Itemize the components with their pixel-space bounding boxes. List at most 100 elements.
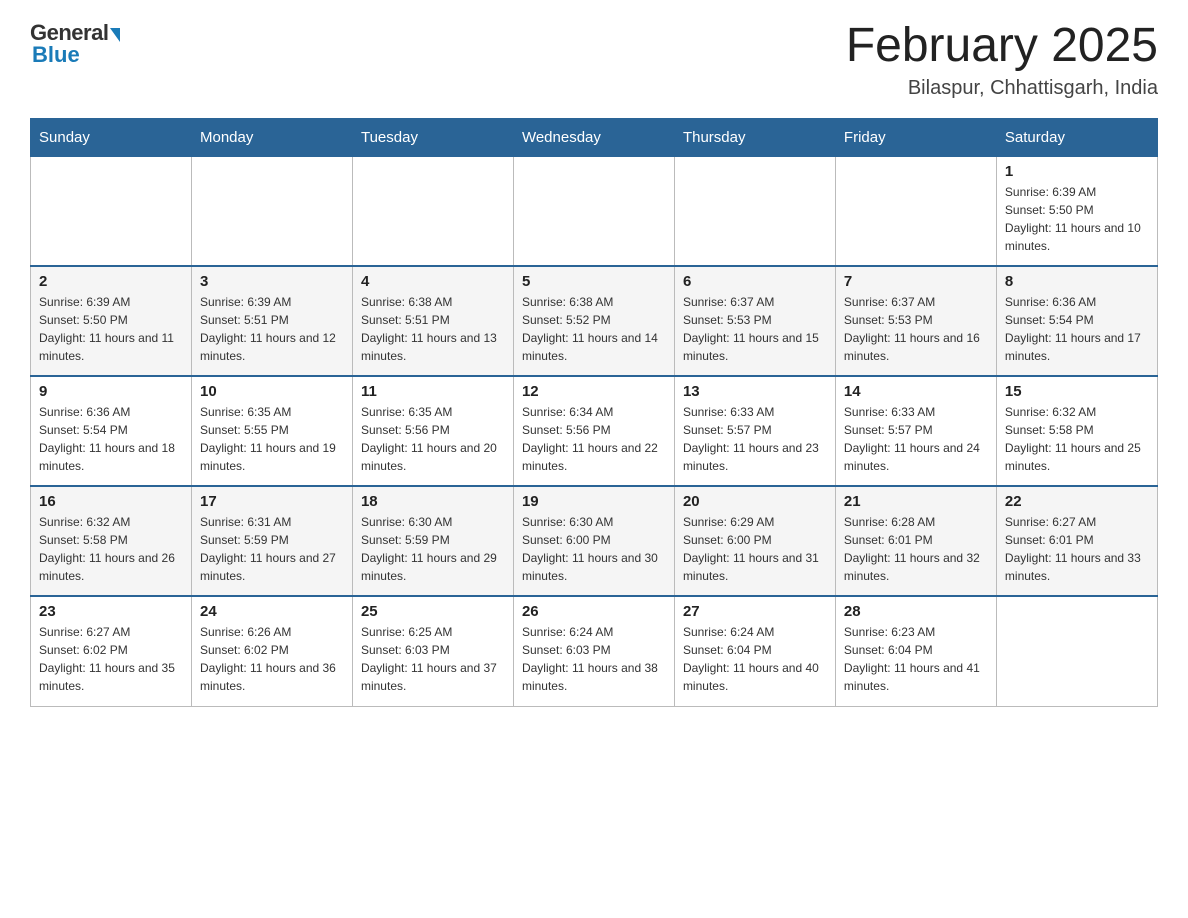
day-number: 26 bbox=[522, 603, 666, 620]
daylight-text: Daylight: 11 hours and 40 minutes. bbox=[683, 659, 827, 695]
calendar-cell: 6 Sunrise: 6:37 AMSunset: 5:53 PMDaylight… bbox=[674, 266, 835, 376]
day-info: Sunrise: 6:39 AMSunset: 5:51 PMDaylight:… bbox=[200, 293, 344, 365]
calendar-cell: 3Sunrise: 6:39 AMSunset: 5:51 PMDaylight… bbox=[191, 266, 352, 376]
title-block: February 2025 Bilaspur, Chhattisgarh, In… bbox=[846, 20, 1158, 100]
calendar-cell bbox=[674, 156, 835, 266]
day-number: 25 bbox=[361, 603, 505, 620]
daylight-text: Daylight: 11 hours and 22 minutes. bbox=[522, 439, 666, 475]
daylight-text: Daylight: 11 hours and 27 minutes. bbox=[200, 549, 344, 585]
sunrise-text: Sunrise: 6:33 AM bbox=[683, 403, 827, 421]
logo-arrow-icon bbox=[110, 28, 120, 42]
sunrise-text: Sunrise: 6:33 AM bbox=[844, 403, 988, 421]
daylight-text: Daylight: 11 hours and 13 minutes. bbox=[361, 329, 505, 365]
header-thursday: Thursday bbox=[674, 118, 835, 156]
day-number: 15 bbox=[1005, 383, 1149, 400]
calendar-week-row: 16Sunrise: 6:32 AMSunset: 5:58 PMDayligh… bbox=[31, 486, 1158, 596]
calendar-table: SundayMondayTuesdayWednesdayThursdayFrid… bbox=[30, 118, 1158, 707]
day-number: 14 bbox=[844, 383, 988, 400]
sunrise-text: Sunrise: 6:39 AM bbox=[200, 293, 344, 311]
sunrise-text: Sunrise: 6:37 AM bbox=[683, 293, 827, 311]
sunset-text: Sunset: 5:58 PM bbox=[39, 531, 183, 549]
day-number: 6 bbox=[683, 273, 827, 290]
day-number: 22 bbox=[1005, 493, 1149, 510]
logo: General Blue bbox=[30, 20, 120, 68]
sunrise-text: Sunrise: 6:39 AM bbox=[1005, 183, 1149, 201]
sunset-text: Sunset: 6:00 PM bbox=[522, 531, 666, 549]
logo-blue-text: Blue bbox=[30, 42, 80, 68]
day-info: Sunrise: 6:30 AMSunset: 5:59 PMDaylight:… bbox=[361, 513, 505, 585]
calendar-cell bbox=[191, 156, 352, 266]
sunrise-text: Sunrise: 6:29 AM bbox=[683, 513, 827, 531]
sunset-text: Sunset: 5:50 PM bbox=[1005, 201, 1149, 219]
header-sunday: Sunday bbox=[31, 118, 192, 156]
calendar-week-row: 9Sunrise: 6:36 AMSunset: 5:54 PMDaylight… bbox=[31, 376, 1158, 486]
day-info: Sunrise: 6:38 AMSunset: 5:52 PMDaylight:… bbox=[522, 293, 666, 365]
day-number: 20 bbox=[683, 493, 827, 510]
sunrise-text: Sunrise: 6:35 AM bbox=[361, 403, 505, 421]
calendar-cell: 27 Sunrise: 6:24 AMSunset: 6:04 PMDayligh… bbox=[674, 596, 835, 706]
sunset-text: Sunset: 5:55 PM bbox=[200, 421, 344, 439]
sunset-text: Sunset: 6:02 PM bbox=[39, 641, 183, 659]
day-info: Sunrise: 6:31 AMSunset: 5:59 PMDaylight:… bbox=[200, 513, 344, 585]
sunset-text: Sunset: 5:56 PM bbox=[361, 421, 505, 439]
day-number: 10 bbox=[200, 383, 344, 400]
calendar-cell: 19Sunrise: 6:30 AMSunset: 6:00 PMDayligh… bbox=[513, 486, 674, 596]
day-info: Sunrise: 6:37 AMSunset: 5:53 PMDaylight:… bbox=[844, 293, 988, 365]
calendar-cell: 15Sunrise: 6:32 AMSunset: 5:58 PMDayligh… bbox=[996, 376, 1157, 486]
sunrise-text: Sunrise: 6:27 AM bbox=[1005, 513, 1149, 531]
sunset-text: Sunset: 5:57 PM bbox=[844, 421, 988, 439]
day-number: 1 bbox=[1005, 163, 1149, 180]
sunset-text: Sunset: 6:03 PM bbox=[361, 641, 505, 659]
sunset-text: Sunset: 6:00 PM bbox=[683, 531, 827, 549]
day-info: Sunrise: 6:26 AMSunset: 6:02 PMDaylight:… bbox=[200, 623, 344, 695]
sunrise-text: Sunrise: 6:23 AM bbox=[844, 623, 988, 641]
calendar-cell: 28 Sunrise: 6:23 AMSunset: 6:04 PMDayligh… bbox=[835, 596, 996, 706]
daylight-text: Daylight: 11 hours and 15 minutes. bbox=[683, 329, 827, 365]
day-info: Sunrise: 6:35 AMSunset: 5:55 PMDaylight:… bbox=[200, 403, 344, 475]
sunset-text: Sunset: 5:54 PM bbox=[39, 421, 183, 439]
calendar-cell: 1 Sunrise: 6:39 AMSunset: 5:50 PMDaylight… bbox=[996, 156, 1157, 266]
sunset-text: Sunset: 5:53 PM bbox=[683, 311, 827, 329]
sunset-text: Sunset: 5:52 PM bbox=[522, 311, 666, 329]
daylight-text: Daylight: 11 hours and 14 minutes. bbox=[522, 329, 666, 365]
sunset-text: Sunset: 5:59 PM bbox=[361, 531, 505, 549]
daylight-text: Daylight: 11 hours and 26 minutes. bbox=[39, 549, 183, 585]
sunrise-text: Sunrise: 6:30 AM bbox=[522, 513, 666, 531]
sunrise-text: Sunrise: 6:24 AM bbox=[522, 623, 666, 641]
sunset-text: Sunset: 5:58 PM bbox=[1005, 421, 1149, 439]
day-info: Sunrise: 6:35 AMSunset: 5:56 PMDaylight:… bbox=[361, 403, 505, 475]
sunrise-text: Sunrise: 6:35 AM bbox=[200, 403, 344, 421]
day-info: Sunrise: 6:39 AMSunset: 5:50 PMDaylight:… bbox=[39, 293, 183, 365]
day-number: 27 bbox=[683, 603, 827, 620]
calendar-header-row: SundayMondayTuesdayWednesdayThursdayFrid… bbox=[31, 118, 1158, 156]
calendar-cell: 20Sunrise: 6:29 AMSunset: 6:00 PMDayligh… bbox=[674, 486, 835, 596]
day-info: Sunrise: 6:39 AMSunset: 5:50 PMDaylight:… bbox=[1005, 183, 1149, 255]
day-number: 4 bbox=[361, 273, 505, 290]
daylight-text: Daylight: 11 hours and 23 minutes. bbox=[683, 439, 827, 475]
daylight-text: Daylight: 11 hours and 36 minutes. bbox=[200, 659, 344, 695]
sunrise-text: Sunrise: 6:37 AM bbox=[844, 293, 988, 311]
calendar-cell: 14Sunrise: 6:33 AMSunset: 5:57 PMDayligh… bbox=[835, 376, 996, 486]
calendar-cell: 17Sunrise: 6:31 AMSunset: 5:59 PMDayligh… bbox=[191, 486, 352, 596]
calendar-cell bbox=[835, 156, 996, 266]
day-info: Sunrise: 6:23 AMSunset: 6:04 PMDaylight:… bbox=[844, 623, 988, 695]
sunrise-text: Sunrise: 6:24 AM bbox=[683, 623, 827, 641]
calendar-cell: 18Sunrise: 6:30 AMSunset: 5:59 PMDayligh… bbox=[352, 486, 513, 596]
day-number: 13 bbox=[683, 383, 827, 400]
day-info: Sunrise: 6:36 AMSunset: 5:54 PMDaylight:… bbox=[1005, 293, 1149, 365]
day-info: Sunrise: 6:33 AMSunset: 5:57 PMDaylight:… bbox=[683, 403, 827, 475]
sunrise-text: Sunrise: 6:39 AM bbox=[39, 293, 183, 311]
sunrise-text: Sunrise: 6:26 AM bbox=[200, 623, 344, 641]
sunset-text: Sunset: 6:04 PM bbox=[683, 641, 827, 659]
sunrise-text: Sunrise: 6:28 AM bbox=[844, 513, 988, 531]
calendar-cell bbox=[352, 156, 513, 266]
calendar-cell: 8Sunrise: 6:36 AMSunset: 5:54 PMDaylight… bbox=[996, 266, 1157, 376]
day-number: 28 bbox=[844, 603, 988, 620]
calendar-cell: 9Sunrise: 6:36 AMSunset: 5:54 PMDaylight… bbox=[31, 376, 192, 486]
day-number: 11 bbox=[361, 383, 505, 400]
sunset-text: Sunset: 6:04 PM bbox=[844, 641, 988, 659]
day-info: Sunrise: 6:30 AMSunset: 6:00 PMDaylight:… bbox=[522, 513, 666, 585]
calendar-cell: 22Sunrise: 6:27 AMSunset: 6:01 PMDayligh… bbox=[996, 486, 1157, 596]
calendar-week-row: 1 Sunrise: 6:39 AMSunset: 5:50 PMDaylight… bbox=[31, 156, 1158, 266]
daylight-text: Daylight: 11 hours and 38 minutes. bbox=[522, 659, 666, 695]
